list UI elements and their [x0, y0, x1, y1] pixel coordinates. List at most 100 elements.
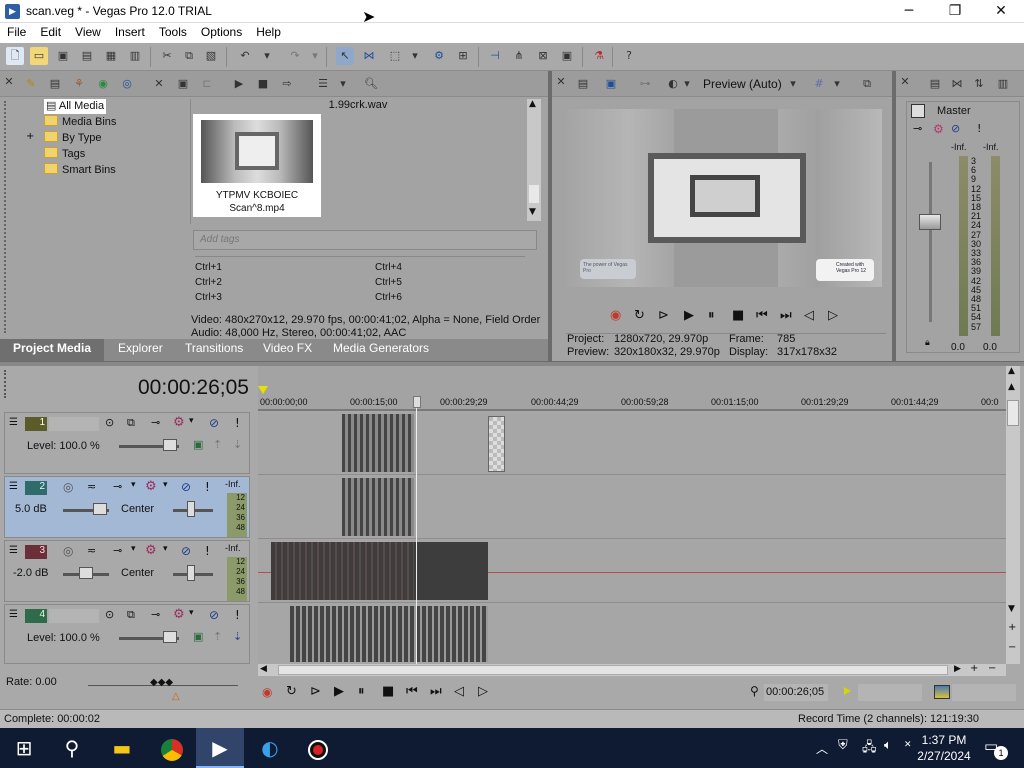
- media-properties-icon[interactable]: ▣: [174, 75, 192, 93]
- menu-help[interactable]: Help: [249, 23, 288, 39]
- track-solo-icon[interactable]: !: [235, 608, 240, 622]
- redo-dropdown-icon[interactable]: ▾: [310, 47, 320, 65]
- tab-explorer[interactable]: Explorer: [118, 339, 163, 355]
- zoom-in-icon[interactable]: +: [1008, 622, 1016, 633]
- track2-volume-thumb[interactable]: [93, 503, 107, 515]
- tree-item-smart-bins[interactable]: Smart Bins: [44, 163, 116, 178]
- media-item-wav-label[interactable]: 1.99crk.wav: [191, 99, 525, 111]
- record-icon[interactable]: ◉: [610, 308, 621, 323]
- tab-transitions[interactable]: Transitions: [185, 339, 243, 355]
- track-mute-icon[interactable]: ⊘: [181, 480, 191, 494]
- track-motion-icon[interactable]: ⊙: [105, 608, 114, 621]
- playhead-cursor[interactable]: [416, 398, 417, 664]
- timeline-horizontal-scrollbar[interactable]: ◀ ▶ + −: [258, 663, 1006, 676]
- menu-edit[interactable]: Edit: [33, 23, 68, 39]
- track-composite-icon[interactable]: ⧉: [127, 608, 135, 622]
- prev-frame-icon[interactable]: ◁: [454, 684, 464, 699]
- track2-pan-thumb[interactable]: [187, 501, 195, 517]
- scroll-up-icon[interactable]: ▲: [1008, 382, 1015, 392]
- track-fx-chain-icon[interactable]: ⊸: [113, 480, 122, 493]
- master-fader-thumb[interactable]: [919, 214, 941, 230]
- loop-icon[interactable]: ↻: [634, 308, 645, 323]
- copy-icon[interactable]: ⧉: [180, 47, 198, 65]
- track-mute-icon[interactable]: ⊘: [209, 416, 219, 430]
- views-dropdown-icon[interactable]: ▾: [338, 75, 348, 93]
- redo-icon[interactable]: ↷: [286, 47, 304, 65]
- copy-snapshot-icon[interactable]: ⧉: [858, 75, 876, 93]
- pause-icon[interactable]: ⏸: [708, 308, 715, 323]
- cut-icon[interactable]: ✂: [158, 47, 176, 65]
- next-frame-icon[interactable]: ▷: [828, 308, 838, 323]
- track-number-1[interactable]: 1: [25, 417, 47, 431]
- remove-media-icon[interactable]: ✕: [150, 75, 168, 93]
- track-invert-icon[interactable]: ≂: [87, 480, 96, 493]
- play-icon[interactable]: ▶: [684, 308, 694, 323]
- track-number-3[interactable]: 3: [25, 545, 47, 559]
- tree-item-by-type[interactable]: By Type: [44, 131, 102, 146]
- envelope-tool-icon[interactable]: ⋈: [360, 47, 378, 65]
- scroll-up-icon[interactable]: ▲: [1008, 366, 1015, 376]
- mixer-view-icon[interactable]: ▥: [994, 75, 1012, 93]
- close-button[interactable]: ✕: [978, 0, 1024, 23]
- video-clip-track1-short[interactable]: [488, 416, 505, 472]
- external-monitor-icon[interactable]: ▣: [602, 75, 620, 93]
- track-fx-dropdown-icon[interactable]: ▾: [131, 544, 136, 554]
- tree-item-tags[interactable]: Tags: [44, 147, 85, 162]
- track-envelope-icon[interactable]: ▣: [193, 438, 203, 451]
- shortcut-ctrl2[interactable]: Ctrl+2: [195, 277, 222, 288]
- track-number-2[interactable]: 2: [25, 481, 47, 495]
- fx-dropdown-icon[interactable]: ▾: [682, 75, 692, 93]
- new-icon[interactable]: 🗋: [6, 47, 24, 65]
- track-solo-icon[interactable]: !: [235, 416, 240, 430]
- auto-preview-icon[interactable]: ⇨: [278, 75, 296, 93]
- master-lock-icon[interactable]: 🔒︎: [925, 338, 930, 348]
- track3-pan-thumb[interactable]: [187, 565, 195, 581]
- media-list-scrollbar[interactable]: ▲ ▼: [527, 99, 541, 221]
- menu-tools[interactable]: Tools: [152, 23, 194, 39]
- media-item-mp4[interactable]: YTPMV KCBOIEC Scan^8.mp4: [193, 114, 321, 217]
- rate-thumb-icon[interactable]: ◆◆◆: [150, 677, 173, 688]
- save-icon[interactable]: ▣: [54, 47, 72, 65]
- shortcut-ctrl4[interactable]: Ctrl+4: [375, 262, 402, 273]
- playhead-handle[interactable]: [413, 396, 421, 408]
- tree-item-media-bins[interactable]: Media Bins: [44, 115, 116, 130]
- selection-tool-icon[interactable]: ⬚: [386, 47, 404, 65]
- track-fx-icon[interactable]: ⚙: [145, 479, 157, 494]
- stop-preview-icon[interactable]: ■: [254, 75, 272, 93]
- track-mute-icon[interactable]: ⊘: [181, 544, 191, 558]
- prev-frame-icon[interactable]: ◁: [804, 308, 814, 323]
- auto-ripple-icon[interactable]: ⚙: [430, 47, 448, 65]
- search-icon[interactable]: 🔍︎: [362, 75, 380, 93]
- tool-dropdown-icon[interactable]: ▾: [410, 47, 420, 65]
- play-icon[interactable]: ▶: [334, 684, 344, 699]
- master-fx-icon[interactable]: ⚙: [933, 122, 944, 136]
- go-to-start-icon[interactable]: ⏮: [406, 684, 418, 699]
- track3-volume-thumb[interactable]: [79, 567, 93, 579]
- track-collapse-icon[interactable]: ☰: [9, 481, 18, 492]
- chrome-icon[interactable]: [148, 728, 196, 768]
- get-media-web-icon[interactable]: ⚘: [70, 75, 88, 93]
- paste-icon[interactable]: ▧: [202, 47, 220, 65]
- tab-project-media[interactable]: Project Media: [0, 339, 104, 361]
- menu-options[interactable]: Options: [194, 23, 249, 39]
- video-clip-track4[interactable]: [290, 606, 488, 662]
- master-fx-chain-icon[interactable]: ⊸: [913, 122, 922, 135]
- tags-input[interactable]: Add tags: [193, 230, 537, 250]
- downmix-icon[interactable]: ⋈: [948, 75, 966, 93]
- taskbar-time[interactable]: 1:37 PM: [916, 733, 972, 747]
- views-icon[interactable]: ☰: [314, 75, 332, 93]
- undo-icon[interactable]: ↶: [236, 47, 254, 65]
- show-hidden-icons-icon[interactable]: ︿: [816, 740, 828, 757]
- shortcut-ctrl3[interactable]: Ctrl+3: [195, 292, 222, 303]
- track-header-1[interactable]: ☰ 1 ⊙ ⧉ ⊸ ⚙ ▾ ⊘ ! Level: 100.0 % ▣ ⇡ ⇣: [4, 412, 250, 474]
- track-fx-icon[interactable]: ⚙: [145, 543, 157, 558]
- maximize-button[interactable]: ❐: [932, 0, 978, 23]
- close-panel-icon[interactable]: ✕: [2, 73, 16, 91]
- loop-icon[interactable]: ↻: [286, 684, 297, 699]
- track-mute-icon[interactable]: ⊘: [209, 608, 219, 622]
- track-motion-icon[interactable]: ⊙: [105, 416, 114, 429]
- generate-proxy-icon[interactable]: ⊏: [198, 75, 216, 93]
- track-envelope-icon[interactable]: ▣: [193, 630, 203, 643]
- track-fx-dropdown-icon[interactable]: ▾: [189, 416, 194, 426]
- properties-icon[interactable]: ▥: [126, 47, 144, 65]
